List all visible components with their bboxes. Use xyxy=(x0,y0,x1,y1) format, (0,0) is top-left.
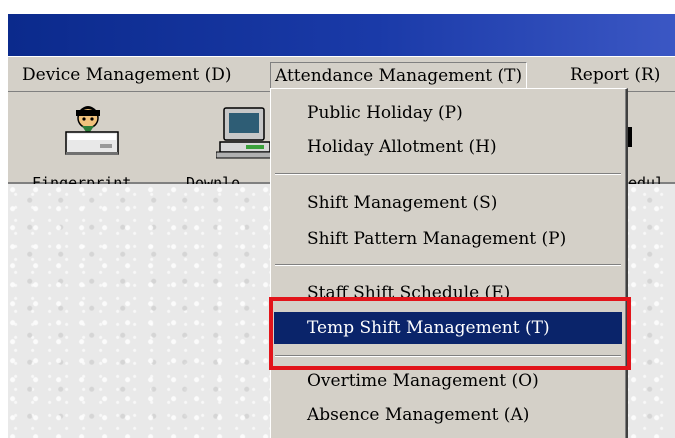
menu-separator xyxy=(275,173,621,175)
attendance-management-dropdown: Public Holiday (P) Holiday Allotment (H)… xyxy=(270,88,628,438)
menu-item-absence-management[interactable]: Absence Management (A) xyxy=(274,401,622,429)
menu-bar: Device Management (D) Attendance Managem… xyxy=(8,56,675,92)
menu-item-holiday-allotment[interactable]: Holiday Allotment (H) xyxy=(274,133,622,161)
menu-device-management[interactable]: Device Management (D) xyxy=(18,62,236,89)
menu-item-overtime-management[interactable]: Overtime Management (O) xyxy=(274,367,622,395)
fingerprint-device-icon xyxy=(65,106,119,155)
menu-item-public-holiday[interactable]: Public Holiday (P) xyxy=(274,99,622,127)
fingerprint-button[interactable]: Fingerprint xyxy=(28,92,158,192)
schedule-button[interactable]: edul xyxy=(628,92,675,192)
menu-separator xyxy=(275,355,621,357)
menu-attendance-management[interactable]: Attendance Management (T) xyxy=(270,62,528,89)
download-computer-icon xyxy=(216,107,275,159)
menu-item-staff-shift-schedule[interactable]: Staff Shift Schedule (E) xyxy=(274,279,622,307)
menu-report[interactable]: Report (R) xyxy=(566,62,664,89)
menu-separator xyxy=(275,264,621,266)
menu-item-shift-management[interactable]: Shift Management (S) xyxy=(274,189,622,217)
window-title-bar[interactable] xyxy=(8,14,675,56)
menu-item-temp-shift-management[interactable]: Temp Shift Management (T) xyxy=(274,312,622,344)
menu-item-shift-pattern-management[interactable]: Shift Pattern Management (P) xyxy=(274,225,622,253)
download-button[interactable]: Downlo xyxy=(186,92,275,192)
